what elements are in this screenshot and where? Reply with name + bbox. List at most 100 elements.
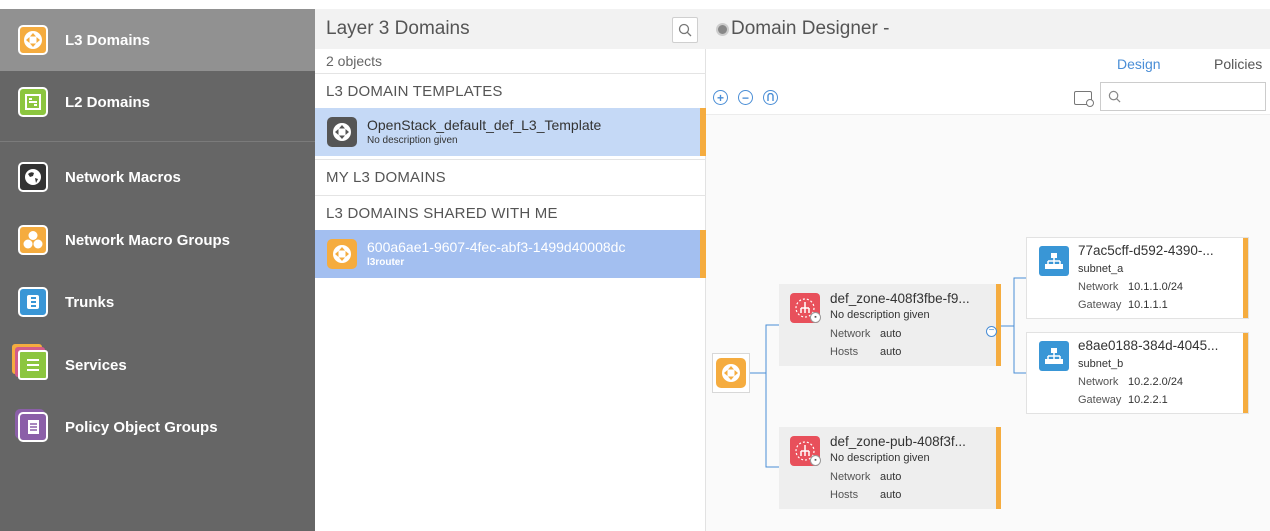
sidebar-item-network-macro-groups[interactable]: Network Macro Groups bbox=[0, 209, 315, 271]
designer-toolbar: + − bbox=[706, 81, 1270, 115]
subnet-name: e8ae0188-384d-4045... bbox=[1078, 338, 1219, 353]
designer-search-input[interactable] bbox=[1129, 83, 1269, 109]
zone-stripe bbox=[996, 427, 1001, 509]
zoom-out-button[interactable]: − bbox=[738, 90, 753, 105]
gateway-label: Gateway bbox=[1078, 299, 1122, 311]
lock-icon: ▪ bbox=[810, 455, 821, 466]
trunk-icon bbox=[18, 287, 48, 317]
subnet-network-value: 10.2.2.0/24 bbox=[1128, 376, 1184, 388]
fit-icon bbox=[767, 93, 774, 101]
l3-domain-icon bbox=[18, 25, 48, 55]
plus-icon: + bbox=[716, 90, 724, 105]
app-window: L3 Domains L2 Domains Network Macros Net… bbox=[0, 0, 1270, 531]
subnet-gateway-value: 10.1.1.1 bbox=[1128, 299, 1168, 311]
sidebar-divider bbox=[0, 141, 315, 142]
list-search-button[interactable] bbox=[672, 17, 698, 43]
subnet-label: subnet_b bbox=[1078, 358, 1124, 370]
l3-domain-icon bbox=[327, 239, 357, 269]
sidebar-item-l3-domains[interactable]: L3 Domains bbox=[0, 9, 315, 71]
sidebar-item-label: Network Macro Groups bbox=[65, 231, 231, 249]
zone-hosts-value: auto bbox=[880, 346, 902, 358]
gateway-label: Gateway bbox=[1078, 394, 1122, 406]
zone-network-value: auto bbox=[880, 328, 902, 340]
template-desc: No description given bbox=[367, 135, 458, 146]
subnet-gateway-value: 10.2.2.1 bbox=[1128, 394, 1168, 406]
designer-canvas[interactable]: ▪ def_zone-408f3fbe-f9... No description… bbox=[706, 115, 1270, 531]
domain-list-panel: Layer 3 Domains 2 objects L3 DOMAIN TEMP… bbox=[315, 9, 706, 531]
zone-name: def_zone-pub-408f3f... bbox=[830, 434, 966, 449]
sidebar-item-label: L2 Domains bbox=[65, 93, 151, 111]
list-item-shared-domain[interactable]: 600a6ae1-9607-4fec-abf3-1499d40008dc l3r… bbox=[315, 230, 706, 278]
l2-domain-icon bbox=[18, 87, 48, 117]
designer-tabs: Design Policies bbox=[706, 49, 1270, 81]
subnet-network-value: 10.1.1.0/24 bbox=[1128, 281, 1184, 293]
shared-domain-desc: l3router bbox=[367, 257, 405, 268]
fit-view-button[interactable] bbox=[763, 90, 778, 105]
collapse-toggle[interactable]: − bbox=[986, 326, 997, 337]
zone-node[interactable]: ▪ def_zone-pub-408f3f... No description … bbox=[779, 427, 1001, 509]
search-icon bbox=[678, 23, 692, 37]
status-dot-icon bbox=[716, 22, 729, 36]
page-title: Layer 3 Domains bbox=[326, 18, 470, 39]
screenshot-icon[interactable] bbox=[1074, 91, 1094, 107]
sidebar-item-label: Services bbox=[65, 356, 127, 374]
l3-template-icon bbox=[327, 117, 357, 147]
zoom-in-button[interactable]: + bbox=[713, 90, 728, 105]
search-icon bbox=[1108, 90, 1121, 103]
subnet-stripe bbox=[1243, 238, 1248, 318]
section-header-shared: L3 DOMAINS SHARED WITH ME bbox=[315, 195, 706, 231]
top-strip bbox=[0, 0, 1270, 9]
policy-group-icon bbox=[18, 412, 48, 442]
lock-icon: ▪ bbox=[810, 312, 821, 323]
shared-domain-name: 600a6ae1-9607-4fec-abf3-1499d40008dc bbox=[367, 239, 626, 255]
network-label: Network bbox=[830, 471, 871, 483]
section-header-templates: L3 DOMAIN TEMPLATES bbox=[315, 73, 706, 109]
sidebar-item-network-macros[interactable]: Network Macros bbox=[0, 146, 315, 208]
network-label: Network bbox=[830, 328, 871, 340]
minus-icon: − bbox=[741, 90, 749, 105]
object-count: 2 objects bbox=[326, 53, 383, 69]
sidebar-item-label: L3 Domains bbox=[65, 31, 151, 49]
sidebar: L3 Domains L2 Domains Network Macros Net… bbox=[0, 9, 315, 531]
zone-node[interactable]: ▪ def_zone-408f3fbe-f9... No description… bbox=[779, 284, 1001, 366]
subnet-icon bbox=[1039, 341, 1069, 371]
sidebar-item-policy-object-groups[interactable]: Policy Object Groups bbox=[0, 396, 315, 458]
services-icon bbox=[18, 350, 48, 380]
subnet-node[interactable]: 77ac5cff-d592-4390-... subnet_a Network 1… bbox=[1026, 237, 1249, 319]
subnet-label: subnet_a bbox=[1078, 263, 1124, 275]
template-name: OpenStack_default_def_L3_Template bbox=[367, 117, 602, 133]
sidebar-item-label: Trunks bbox=[65, 293, 115, 311]
zone-desc: No description given bbox=[830, 309, 930, 321]
domain-root-node[interactable] bbox=[712, 353, 750, 393]
hosts-label: Hosts bbox=[830, 489, 859, 501]
zone-hosts-value: auto bbox=[880, 489, 902, 501]
section-header-mine: MY L3 DOMAINS bbox=[315, 159, 706, 195]
domain-designer: Domain Designer - Design Policies + − ▪ … bbox=[706, 9, 1270, 531]
subnet-icon bbox=[1039, 246, 1069, 276]
zone-network-value: auto bbox=[880, 471, 902, 483]
sidebar-item-l2-domains[interactable]: L2 Domains bbox=[0, 71, 315, 133]
list-header: Layer 3 Domains bbox=[315, 9, 706, 49]
sidebar-item-label: Network Macros bbox=[65, 168, 181, 186]
globe-icon bbox=[18, 162, 48, 192]
hosts-label: Hosts bbox=[830, 346, 859, 358]
network-label: Network bbox=[1078, 281, 1119, 293]
list-item-template[interactable]: OpenStack_default_def_L3_Template No des… bbox=[315, 108, 706, 156]
subnet-node[interactable]: e8ae0188-384d-4045... subnet_b Network 10… bbox=[1026, 332, 1249, 414]
macro-group-icon bbox=[18, 225, 48, 255]
sidebar-item-label: Policy Object Groups bbox=[65, 418, 218, 436]
l3-domain-icon bbox=[716, 358, 746, 388]
subnet-stripe bbox=[1243, 333, 1248, 413]
tab-policies[interactable]: Policies bbox=[1214, 56, 1262, 72]
subnet-name: 77ac5cff-d592-4390-... bbox=[1078, 243, 1214, 258]
sidebar-item-trunks[interactable]: Trunks bbox=[0, 271, 315, 333]
zone-name: def_zone-408f3fbe-f9... bbox=[830, 291, 970, 306]
zone-stripe bbox=[996, 284, 1001, 366]
sidebar-item-services[interactable]: Services bbox=[0, 334, 315, 396]
designer-title: Domain Designer - bbox=[731, 18, 890, 39]
zone-desc: No description given bbox=[830, 452, 930, 464]
designer-search bbox=[1100, 82, 1269, 111]
designer-header: Domain Designer - bbox=[706, 9, 1270, 49]
tab-design[interactable]: Design bbox=[1117, 56, 1161, 72]
network-label: Network bbox=[1078, 376, 1119, 388]
